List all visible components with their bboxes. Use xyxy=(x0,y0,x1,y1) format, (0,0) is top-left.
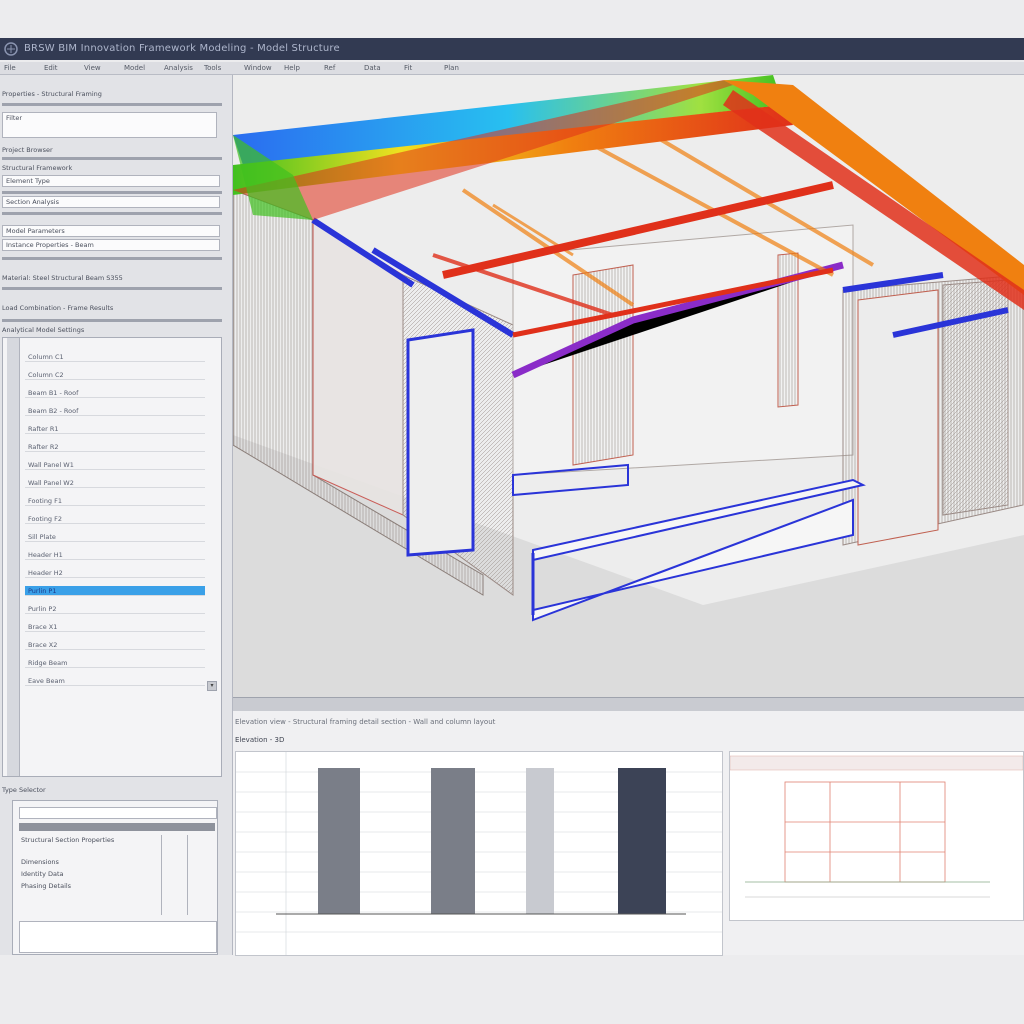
menu-item[interactable]: File xyxy=(4,62,16,74)
type-row[interactable]: Identity Data xyxy=(21,869,161,879)
list-item[interactable]: Brace X2 xyxy=(25,640,205,650)
property-field[interactable]: Element Type xyxy=(2,175,220,187)
section-view[interactable] xyxy=(729,751,1024,921)
elevation-view[interactable] xyxy=(235,751,723,956)
menu-item[interactable]: Edit xyxy=(44,62,58,74)
divider xyxy=(2,257,222,260)
menu-item[interactable]: Fit xyxy=(404,62,412,74)
column-elevation xyxy=(318,768,360,914)
column-divider xyxy=(187,835,188,915)
wall-panel xyxy=(312,219,404,516)
sidebar-row[interactable]: Material: Steel Structural Beam S355 xyxy=(2,273,222,283)
structural-model-canvas xyxy=(233,75,1024,697)
divider xyxy=(2,319,222,322)
type-selector-label: Type Selector xyxy=(2,786,46,794)
sidebar-row[interactable]: Project Browser xyxy=(2,145,222,155)
divider xyxy=(2,287,222,290)
menu-item[interactable]: Window xyxy=(244,62,272,74)
property-field[interactable]: Section Analysis xyxy=(2,196,220,208)
menu-item[interactable]: Model xyxy=(124,62,145,74)
menu-bar: File Edit View Model Analysis Tools Window Help… xyxy=(0,62,1024,75)
window-title: BRSW BIM Innovation Framework Modeling -… xyxy=(24,43,340,54)
list-item[interactable]: Column C2 xyxy=(25,370,205,380)
column-elevation xyxy=(526,768,554,914)
app-logo-icon xyxy=(4,42,18,56)
list-item[interactable]: Brace X1 xyxy=(25,622,205,632)
list-item[interactable]: Rafter R1 xyxy=(25,424,205,434)
element-list-panel: Column C1 Column C2 Beam B1 - Roof Beam B2 … xyxy=(2,337,222,777)
column-divider xyxy=(161,835,162,915)
list-item[interactable]: Beam B2 - Roof xyxy=(25,406,205,416)
viewport-status-bar xyxy=(233,697,1024,711)
menu-item[interactable]: Help xyxy=(284,62,300,74)
column xyxy=(572,264,634,466)
type-dropdown[interactable] xyxy=(19,807,217,819)
sidebar-row[interactable]: Analytical Model Settings xyxy=(2,325,222,335)
elevation-area: Elevation view - Structural framing deta… xyxy=(233,711,1024,956)
properties-sidebar: Properties - Structural Framing Filter P… xyxy=(0,75,234,955)
divider xyxy=(2,157,222,160)
list-item[interactable]: Ridge Beam xyxy=(25,658,205,668)
type-row[interactable]: Phasing Details xyxy=(21,881,161,891)
list-item[interactable]: Rafter R2 xyxy=(25,442,205,452)
column-elevation xyxy=(618,768,666,914)
list-item[interactable]: Wall Panel W2 xyxy=(25,478,205,488)
list-item[interactable]: Purlin P2 xyxy=(25,604,205,614)
list-item[interactable]: Beam B1 - Roof xyxy=(25,388,205,398)
list-item[interactable]: Header H2 xyxy=(25,568,205,578)
menu-item[interactable]: Plan xyxy=(444,62,459,74)
list-item[interactable]: Purlin P1 xyxy=(25,586,205,596)
sidebar-row[interactable]: Structural Framework xyxy=(2,163,222,173)
filter-field[interactable]: Filter xyxy=(2,112,217,138)
column-elevation xyxy=(431,768,475,914)
menu-item[interactable]: Analysis xyxy=(164,62,193,74)
window-frame xyxy=(406,328,475,557)
menu-item[interactable]: Tools xyxy=(204,62,221,74)
list-item[interactable]: Header H1 xyxy=(25,550,205,560)
list-item[interactable]: Sill Plate xyxy=(25,532,205,542)
menu-item[interactable]: Data xyxy=(364,62,381,74)
type-row[interactable]: Structural Section Properties xyxy=(21,835,211,845)
list-item[interactable]: Footing F1 xyxy=(25,496,205,506)
menu-item[interactable]: Ref xyxy=(324,62,335,74)
status-text: Elevation view - Structural framing deta… xyxy=(235,718,496,726)
divider xyxy=(2,191,222,194)
value-field[interactable] xyxy=(19,921,217,953)
type-selector-panel: Structural Section Properties Dimensions… xyxy=(12,800,218,955)
list-item[interactable]: Eave Beam xyxy=(25,676,205,686)
scroll-down-icon[interactable]: ▾ xyxy=(207,681,217,691)
divider xyxy=(2,212,222,215)
elevation-drawing xyxy=(236,752,722,955)
3d-viewport[interactable] xyxy=(233,75,1024,697)
list-item[interactable]: Wall Panel W1 xyxy=(25,460,205,470)
divider xyxy=(2,103,222,106)
type-row[interactable]: Dimensions xyxy=(21,857,161,867)
section-header-bar xyxy=(19,823,215,831)
section-drawing xyxy=(729,755,1024,898)
list-item[interactable]: Footing F2 xyxy=(25,514,205,524)
list-item[interactable]: Column C1 xyxy=(25,352,205,362)
title-bar: BRSW BIM Innovation Framework Modeling -… xyxy=(0,38,1024,60)
property-field[interactable]: Model Parameters xyxy=(2,225,220,237)
list-gutter xyxy=(7,338,20,776)
property-field[interactable]: Instance Properties - Beam xyxy=(2,239,220,251)
sidebar-header: Properties - Structural Framing xyxy=(2,90,102,98)
menu-item[interactable]: View xyxy=(84,62,101,74)
sidebar-row[interactable]: Load Combination - Frame Results xyxy=(2,303,222,313)
view-label: Elevation - 3D xyxy=(235,736,285,744)
